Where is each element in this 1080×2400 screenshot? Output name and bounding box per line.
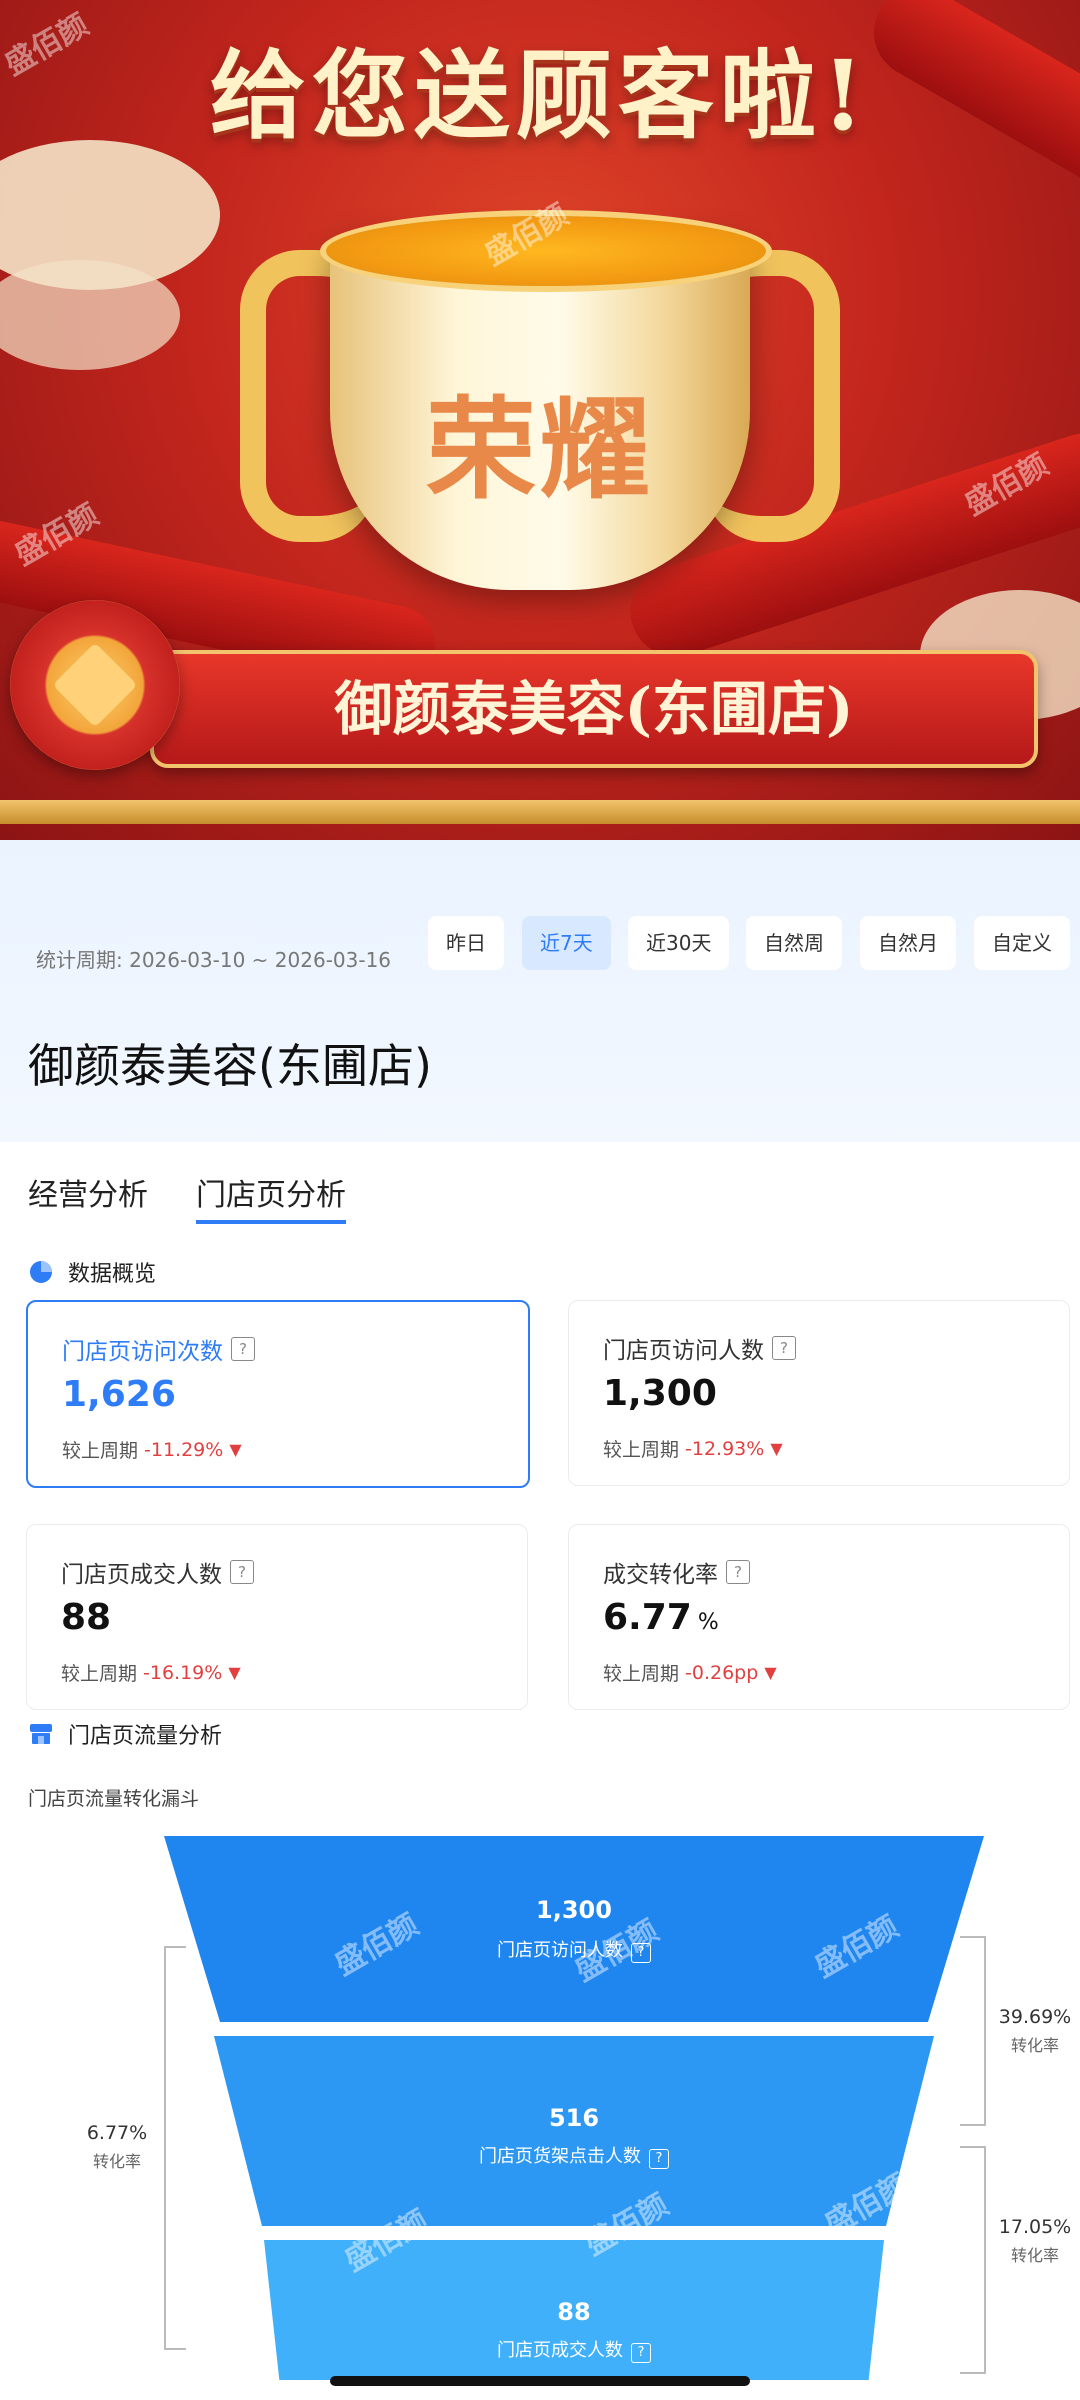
range-last-7-days[interactable]: 近7天 (522, 916, 611, 970)
medal-icon (10, 600, 180, 770)
range-natural-month[interactable]: 自然月 (860, 916, 956, 970)
promo-banner: 给您送顾客啦! 荣耀 御颜泰美容(东圃店) 盛佰颜 盛佰颜 盛佰颜 盛佰颜 (0, 0, 1080, 840)
metric-value: 1,300 (603, 1373, 717, 1414)
conversion-rate-2: 17.05% 转化率 (998, 2216, 1072, 2265)
funnel-stage-value: 516 (548, 2104, 600, 2132)
range-custom[interactable]: 自定义 (974, 916, 1070, 970)
rate-bracket-1 (960, 1936, 986, 2126)
funnel-stage-shelf-clicks[interactable]: 516 门店页货架点击人数? (262, 2036, 886, 2226)
traffic-title: 门店页流量分析 (68, 1724, 223, 1749)
funnel-stage-value: 88 (557, 2298, 591, 2326)
trophy-cup: 荣耀 (240, 190, 840, 610)
metric-label: 门店页访问人数? (603, 1331, 796, 1365)
metric-card-conversion[interactable]: 成交转化率? 6.77% 较上周期 -0.26pp ▼ (568, 1524, 1070, 1710)
store-icon (30, 1724, 52, 1744)
gold-border (0, 800, 1080, 824)
arrow-down-icon: ▼ (228, 1663, 241, 1682)
metric-value: 1,626 (62, 1374, 176, 1415)
diamond-icon (52, 642, 138, 728)
cloud-decoration (0, 260, 180, 370)
range-natural-week[interactable]: 自然周 (746, 916, 842, 970)
overview-title: 数据概览 (68, 1262, 157, 1287)
banner-headline: 给您送顾客啦! (209, 39, 871, 152)
metric-label: 成交转化率? (603, 1555, 750, 1589)
store-title: 御颜泰美容(东圃店) (28, 1039, 432, 1093)
metric-label: 门店页成交人数? (61, 1555, 254, 1589)
metric-compare: 较上周期 -12.93% ▼ (603, 1437, 783, 1462)
range-yesterday[interactable]: 昨日 (428, 916, 504, 970)
metric-value: 6.77% (603, 1597, 719, 1638)
home-indicator[interactable] (330, 2376, 750, 2386)
funnel-stage-label: 门店页货架点击人数? (262, 2142, 886, 2169)
cup-text: 荣耀 (426, 385, 654, 514)
metric-card-buyers[interactable]: 门店页成交人数? 88 较上周期 -16.19% ▼ (26, 1524, 528, 1710)
metric-value: 88 (61, 1597, 112, 1638)
stats-header (0, 840, 1080, 1142)
store-name-banner: 御颜泰美容(东圃店) (150, 650, 1038, 768)
funnel-title: 门店页流量转化漏斗 (28, 1788, 200, 1810)
metric-compare: 较上周期 -16.19% ▼ (61, 1661, 241, 1686)
funnel-stage-visitors[interactable]: 1,300 门店页访问人数? (220, 1836, 928, 2022)
traffic-section-title: 门店页流量分析 (28, 1718, 222, 1750)
banner-store-name: 御颜泰美容(东圃店) (334, 675, 854, 743)
help-icon[interactable]: ? (631, 2343, 651, 2363)
range-last-30-days[interactable]: 近30天 (628, 916, 730, 970)
arrow-down-icon: ▼ (770, 1439, 783, 1458)
help-icon[interactable]: ? (231, 1337, 255, 1361)
help-icon[interactable]: ? (726, 1560, 750, 1584)
funnel-stage-value: 1,300 (536, 1896, 612, 1924)
help-icon[interactable]: ? (772, 1336, 796, 1360)
metric-card-visits[interactable]: 门店页访问次数? 1,626 较上周期 -11.29% ▼ (26, 1300, 530, 1488)
conversion-rate-1: 39.69% 转化率 (998, 2006, 1072, 2055)
arrow-down-icon: ▼ (764, 1663, 777, 1682)
help-icon[interactable]: ? (649, 2149, 669, 2169)
funnel-stage-label: 门店页成交人数? (280, 2336, 868, 2363)
metric-compare: 较上周期 -0.26pp ▼ (603, 1661, 777, 1686)
tab-store-page-analysis[interactable]: 门店页分析 (196, 1170, 346, 1224)
rate-bracket-2 (960, 2146, 986, 2374)
arrow-down-icon: ▼ (229, 1440, 242, 1459)
tab-business-analysis[interactable]: 经营分析 (28, 1170, 148, 1214)
stat-period: 统计周期: 2026-03-10 ~ 2026-03-16 (36, 948, 392, 972)
metric-label: 门店页访问次数? (62, 1332, 255, 1366)
pie-chart-icon (30, 1261, 52, 1283)
metric-compare: 较上周期 -11.29% ▼ (62, 1438, 242, 1463)
overview-section-title: 数据概览 (28, 1256, 156, 1288)
overall-conversion-rate: 6.77% 转化率 (86, 2122, 148, 2171)
metric-card-visitors[interactable]: 门店页访问人数? 1,300 较上周期 -12.93% ▼ (568, 1300, 1070, 1486)
help-icon[interactable]: ? (230, 1560, 254, 1584)
